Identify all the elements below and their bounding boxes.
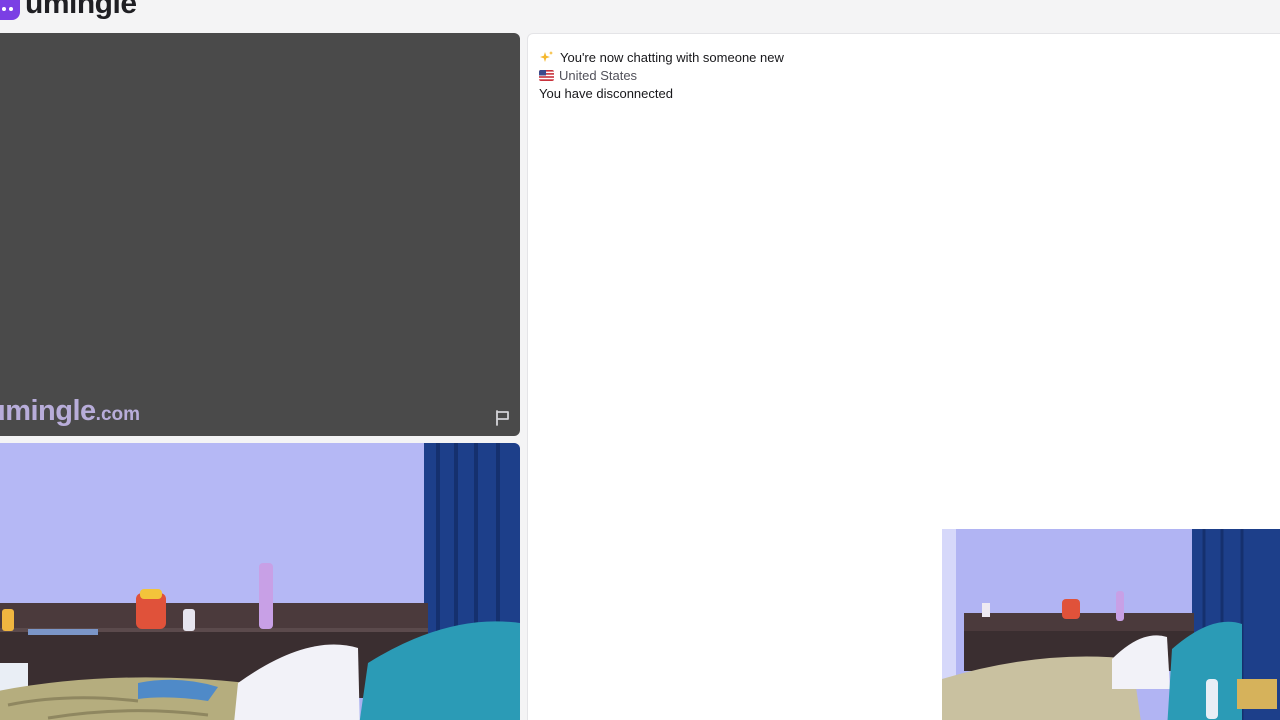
logo-text: umingle [25,0,137,20]
self-video [0,443,520,720]
webcam-feed [0,443,520,720]
site-logo[interactable]: umingle [0,0,137,22]
us-flag-icon [539,69,554,81]
chat-message-new-partner: You're now chatting with someone new [539,48,1278,66]
chat-message-text: You're now chatting with someone new [560,49,784,65]
chat-message-country: United States [539,66,1278,84]
stranger-video: umingle.com [0,33,520,436]
chat-bubble-icon [0,0,20,20]
sparkles-icon [540,50,553,62]
chat-message-text: You have disconnected [539,85,673,101]
watermark-brand: umingle [0,395,96,427]
page: umingle umingle.com [0,0,1280,720]
flag-icon[interactable] [494,409,512,427]
self-preview-thumbnail[interactable] [942,529,1280,720]
watermark-tld: .com [95,404,141,425]
country-label: United States [559,67,638,83]
chat-message-disconnected: You have disconnected [539,84,1278,102]
chat-log: You're now chatting with someone new Uni… [539,48,1278,102]
webcam-preview [942,529,1280,720]
video-watermark: umingle.com [0,395,140,428]
